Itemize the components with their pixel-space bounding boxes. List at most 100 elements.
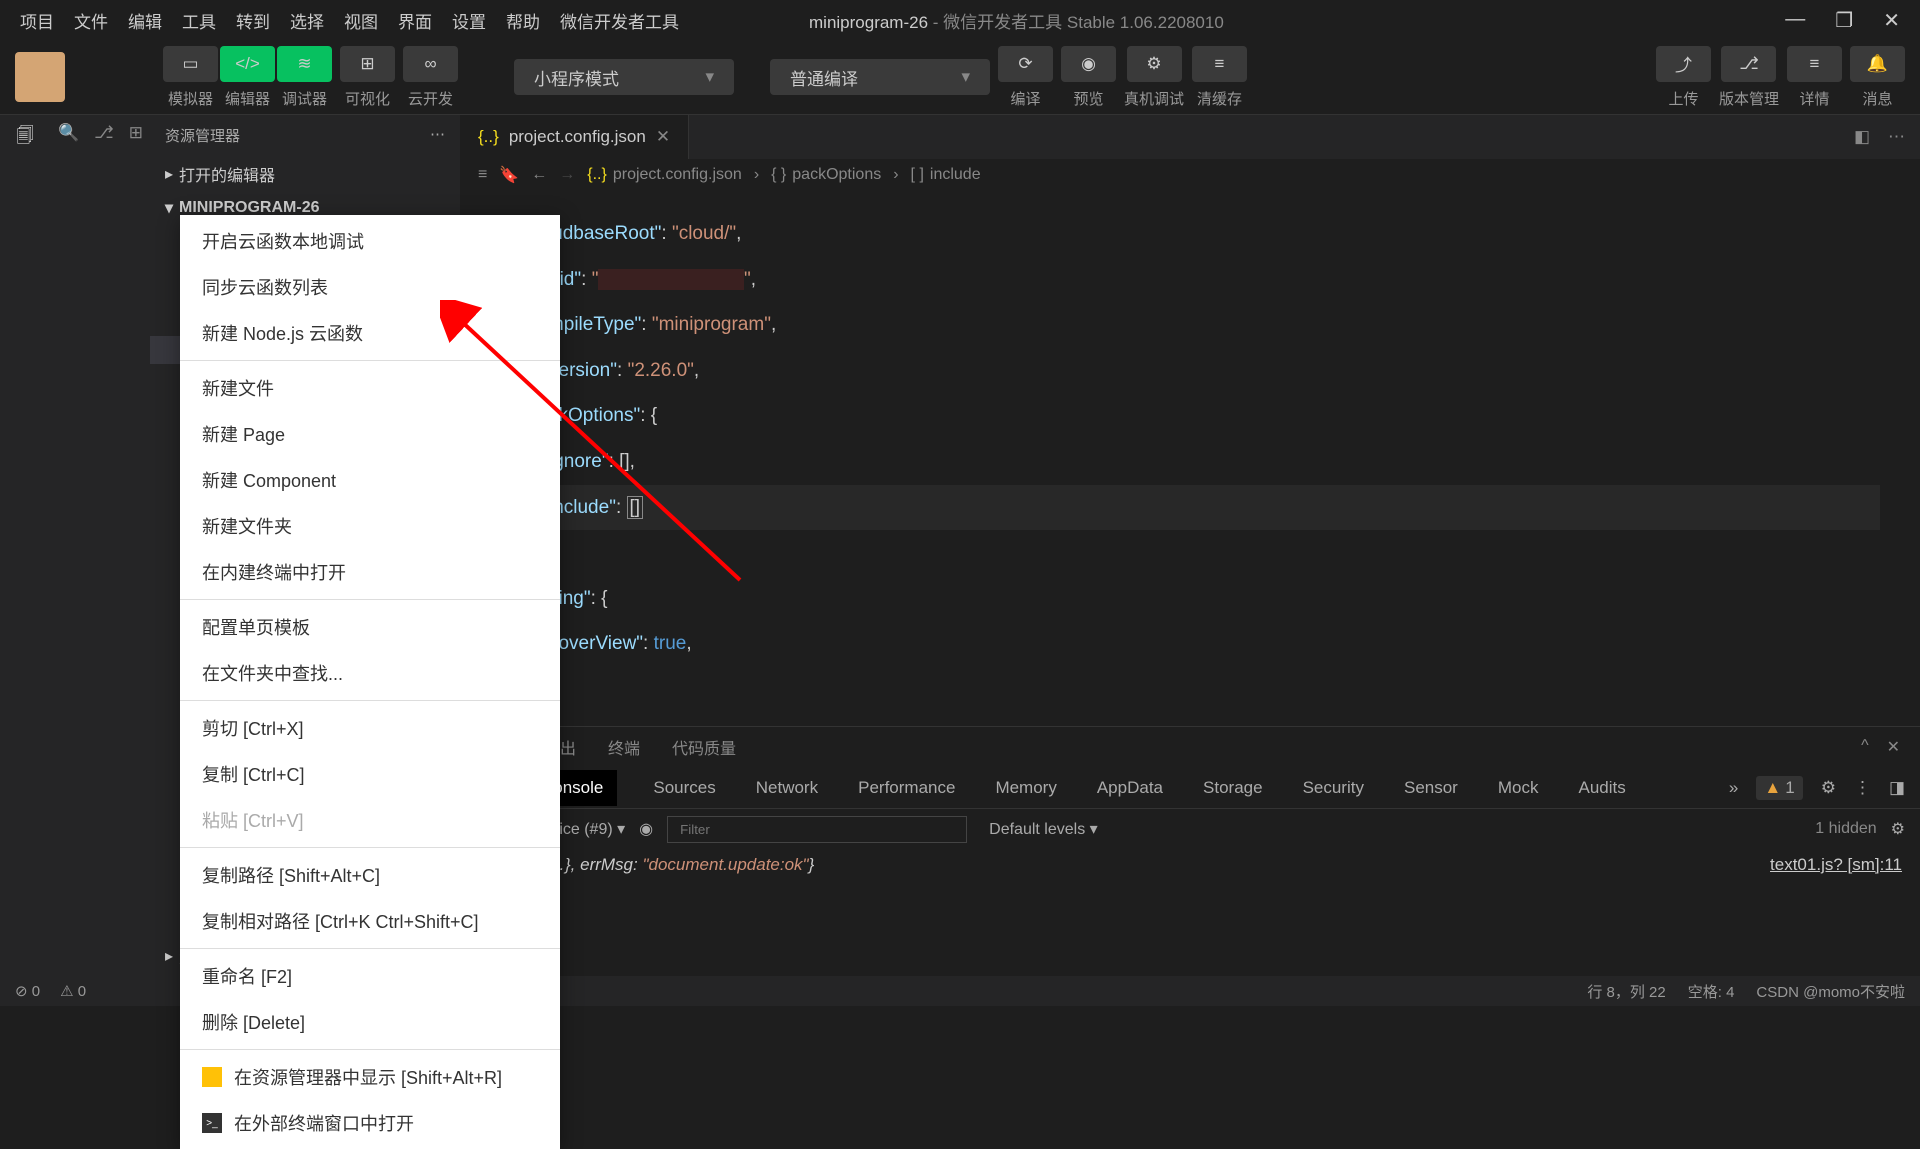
cm-新建 Page[interactable]: 新建 Page: [180, 411, 560, 457]
cm-复制相对路径[interactable]: 复制相对路径 [Ctrl+K Ctrl+Shift+C]: [180, 898, 560, 944]
maximize-button[interactable]: ❐: [1835, 8, 1853, 33]
minimize-button[interactable]: —: [1785, 8, 1805, 33]
context-menu: 开启云函数本地调试同步云函数列表新建 Node.js 云函数新建文件新建 Pag…: [180, 215, 560, 1149]
menu-settings[interactable]: 设置: [442, 8, 496, 33]
json-icon: {..}: [478, 127, 499, 147]
console-output: ▸ {stats: {…}, errMsg: "document.update:…: [460, 849, 1920, 881]
panel-tabs: 问题 输出 终端 代码质量 ^ ✕: [460, 727, 1920, 767]
watermark: CSDN @momo不安啦: [1756, 981, 1905, 1002]
remote-debug-button[interactable]: ⚙: [1127, 46, 1182, 82]
forward-icon[interactable]: →: [559, 166, 575, 184]
compile-dropdown[interactable]: 普通编译: [770, 59, 990, 95]
cm-新建文件[interactable]: 新建文件: [180, 365, 560, 411]
editor-button[interactable]: </>: [220, 46, 275, 82]
close-button[interactable]: ✕: [1883, 8, 1900, 33]
status-errors[interactable]: ⊘ 0: [15, 982, 40, 1000]
bookmark-icon[interactable]: 🔖: [499, 165, 519, 185]
message-button[interactable]: 🔔: [1850, 46, 1905, 82]
gear-icon[interactable]: ⚙: [1821, 778, 1836, 798]
menu-help[interactable]: 帮助: [496, 8, 550, 33]
filter-input[interactable]: [667, 816, 967, 843]
more-actions-icon[interactable]: ⋯: [1888, 127, 1905, 147]
upload-button[interactable]: ⤴: [1656, 46, 1711, 82]
detail-button[interactable]: ≡: [1787, 46, 1842, 82]
dtab-security[interactable]: Security: [1299, 770, 1368, 806]
dtab-mock[interactable]: Mock: [1494, 770, 1543, 806]
preview-button[interactable]: ◉: [1061, 46, 1116, 82]
cm-重命名 [F2[interactable]: 重命名 [F2]: [180, 953, 560, 999]
dtab-memory[interactable]: Memory: [991, 770, 1060, 806]
devtools-tabs: Wxml Console Sources Network Performance…: [460, 767, 1920, 809]
tab-project-config[interactable]: {..} project.config.json ✕: [460, 115, 689, 159]
avatar[interactable]: [15, 52, 65, 102]
menu-file[interactable]: 文件: [64, 8, 118, 33]
open-editors-section[interactable]: ▸打开的编辑器: [150, 156, 460, 192]
dtab-audits[interactable]: Audits: [1574, 770, 1629, 806]
dtab-network[interactable]: Network: [752, 770, 822, 806]
dtab-storage[interactable]: Storage: [1199, 770, 1267, 806]
status-warnings[interactable]: ⚠ 0: [60, 982, 86, 1000]
ext-icon[interactable]: ⊞: [129, 123, 143, 143]
breadcrumb[interactable]: ≡ 🔖 ← → {..} project.config.json › { } p…: [460, 159, 1920, 191]
mode-dropdown[interactable]: 小程序模式: [514, 59, 734, 95]
git-icon[interactable]: ⎇: [94, 123, 114, 143]
hidden-count[interactable]: 1 hidden: [1815, 820, 1876, 838]
clear-cache-button[interactable]: ≡: [1192, 46, 1247, 82]
cm-在资源管理器中显[interactable]: 在资源管理器中显示 [Shift+Alt+R]: [180, 1054, 560, 1100]
cm-在文件夹中查找.[interactable]: 在文件夹中查找...: [180, 650, 560, 696]
tab-codequality[interactable]: 代码质量: [672, 735, 736, 759]
more-tabs-icon[interactable]: »: [1729, 778, 1738, 798]
cm-剪切 [Ctr[interactable]: 剪切 [Ctrl+X]: [180, 705, 560, 751]
cm-复制 [Ctr[interactable]: 复制 [Ctrl+C]: [180, 751, 560, 797]
list-icon[interactable]: ≡: [478, 166, 487, 184]
cm-新建文件夹[interactable]: 新建文件夹: [180, 503, 560, 549]
cm-新建 Compo[interactable]: 新建 Component: [180, 457, 560, 503]
cursor-position[interactable]: 行 8，列 22: [1587, 981, 1665, 1002]
explorer-icon[interactable]: 🗐: [11, 123, 39, 151]
compile-button[interactable]: ⟳: [998, 46, 1053, 82]
menu-goto[interactable]: 转到: [226, 8, 280, 33]
indent-info[interactable]: 空格: 4: [1688, 981, 1735, 1002]
split-editor-icon[interactable]: ◧: [1854, 127, 1870, 147]
back-icon[interactable]: ←: [531, 166, 547, 184]
cm-在内建终端中打开[interactable]: 在内建终端中打开: [180, 549, 560, 595]
sidebar-more-icon[interactable]: ⋯: [430, 125, 445, 146]
simulator-button[interactable]: ▭: [163, 46, 218, 82]
menu-view[interactable]: 视图: [334, 8, 388, 33]
code-editor[interactable]: "cloudbaseRoot": "cloud/", "appid": "xxx…: [460, 191, 1920, 726]
activity-bar: 🗐: [0, 115, 50, 976]
dtab-sources[interactable]: Sources: [649, 770, 719, 806]
close-tab-icon[interactable]: ✕: [656, 127, 670, 147]
cm-在外部终端窗口中[interactable]: >_在外部终端窗口中打开: [180, 1100, 560, 1146]
search-icon[interactable]: 🔍: [58, 123, 79, 143]
log-levels[interactable]: Default levels ▾: [989, 819, 1098, 839]
cm-新建 Node.[interactable]: 新建 Node.js 云函数: [180, 310, 560, 356]
warning-badge[interactable]: ▲1: [1756, 776, 1802, 800]
menu-icon[interactable]: ⋮: [1854, 778, 1871, 798]
dtab-appdata[interactable]: AppData: [1093, 770, 1167, 806]
cloud-button[interactable]: ∞: [403, 46, 458, 82]
menu-project[interactable]: 项目: [10, 8, 64, 33]
menu-wxdev[interactable]: 微信开发者工具: [550, 8, 689, 33]
menu-select[interactable]: 选择: [280, 8, 334, 33]
panel-up-icon[interactable]: ^: [1861, 737, 1869, 757]
dock-icon[interactable]: ◨: [1889, 778, 1905, 798]
tab-terminal[interactable]: 终端: [608, 735, 640, 759]
dtab-sensor[interactable]: Sensor: [1400, 770, 1462, 806]
visual-button[interactable]: ⊞: [340, 46, 395, 82]
menu-ui[interactable]: 界面: [388, 8, 442, 33]
eye-icon[interactable]: ◉: [639, 819, 653, 839]
cm-配置单页模板[interactable]: 配置单页模板: [180, 604, 560, 650]
cm-复制路径 [S[interactable]: 复制路径 [Shift+Alt+C]: [180, 852, 560, 898]
debugger-button[interactable]: ≋: [277, 46, 332, 82]
panel-close-icon[interactable]: ✕: [1887, 737, 1900, 757]
version-button[interactable]: ⎇: [1721, 46, 1776, 82]
cm-同步云函数列表[interactable]: 同步云函数列表: [180, 264, 560, 310]
console-gear-icon[interactable]: ⚙: [1891, 819, 1905, 839]
menu-tool[interactable]: 工具: [172, 8, 226, 33]
dtab-performance[interactable]: Performance: [854, 770, 959, 806]
main-toolbar: ▭ </> ≋ 模拟器 编辑器 调试器 ⊞ 可视化 ∞ 云开发 小程序模式 普通…: [0, 40, 1920, 115]
cm-开启云函数本地调[interactable]: 开启云函数本地调试: [180, 218, 560, 264]
console-link[interactable]: text01.js? [sm]:11: [1770, 855, 1902, 875]
menu-edit[interactable]: 编辑: [118, 8, 172, 33]
